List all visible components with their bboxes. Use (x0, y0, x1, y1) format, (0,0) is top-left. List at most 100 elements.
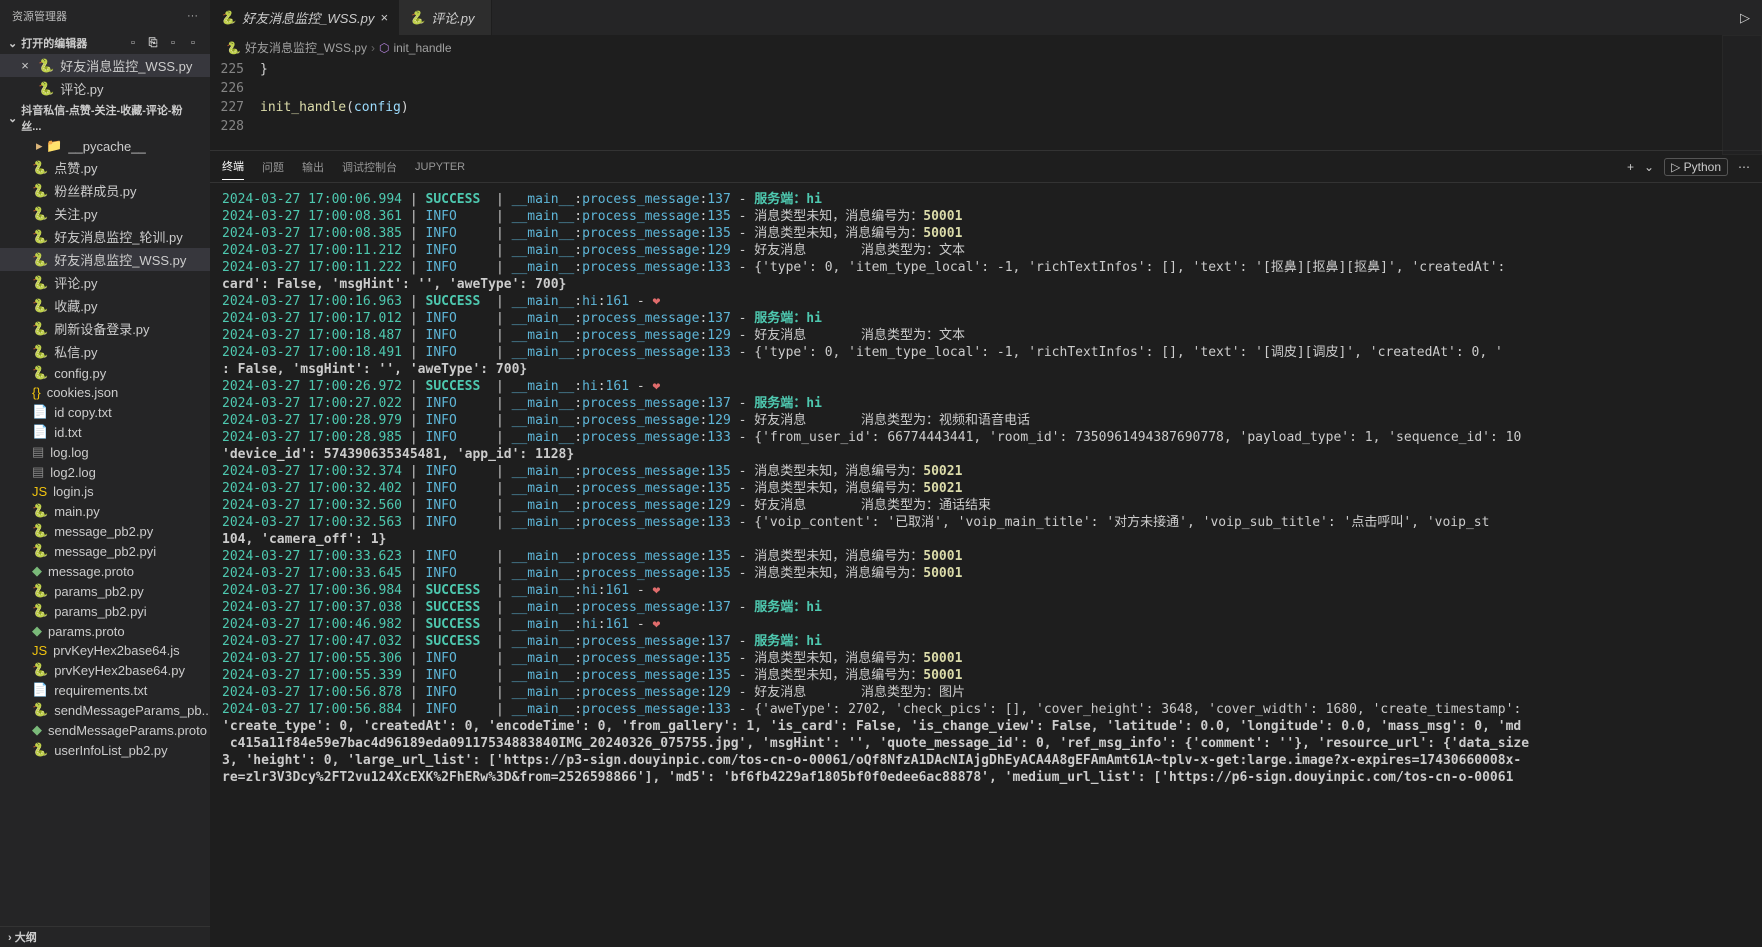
py-icon: 🐍 (32, 365, 48, 381)
txt-icon: 📄 (32, 424, 48, 440)
file-name: 点赞.py (54, 158, 97, 177)
open-editor-item[interactable]: ×🐍评论.py (0, 77, 210, 100)
py-icon: 🐍 (32, 523, 48, 539)
file-name: 评论.py (60, 79, 103, 98)
close-all-icon[interactable]: ▫ (184, 34, 202, 52)
chevron-right-icon: › (371, 41, 375, 55)
breadcrumb[interactable]: 🐍 好友消息监控_WSS.py › ⬡ init_handle (210, 35, 1762, 60)
file-item[interactable]: 🐍message_pb2.pyi (0, 541, 210, 561)
file-item[interactable]: 📄id.txt (0, 422, 210, 442)
terminal-lang-badge[interactable]: ▷ Python (1664, 158, 1728, 176)
terminal-panel: 终端问题输出调试控制台 JUPYTER + ⌄ ▷ Python ⋯ 2024-0… (210, 150, 1762, 947)
file-item[interactable]: {} cookies.json (0, 383, 210, 402)
file-item[interactable]: 🐍 点赞.py (0, 156, 210, 179)
file-item[interactable]: 🐍prvKeyHex2base64.py (0, 660, 210, 680)
proto-icon: ◆ (32, 623, 42, 639)
file-item[interactable]: 🐍好友消息监控_WSS.py (0, 248, 210, 271)
file-item[interactable]: 🐍私信.py (0, 340, 210, 363)
file-item[interactable]: ▤ log.log (0, 442, 210, 462)
chevron-down-icon[interactable]: ⌄ (1644, 160, 1654, 174)
file-item[interactable]: 🐍config.py (0, 363, 210, 383)
file-item[interactable]: 🐍params_pb2.pyi (0, 601, 210, 621)
py-icon: 🐍 (32, 662, 48, 678)
proto-icon: ◆ (32, 563, 42, 579)
file-item[interactable]: 🐍 userInfoList_pb2.py (0, 740, 210, 760)
file-name: 好友消息监控_WSS.py (60, 56, 192, 75)
line-gutter: 225 226 227 228 (210, 60, 260, 150)
log-icon: ▤ (32, 444, 44, 460)
file-name: 好友消息监控_轮训.py (54, 227, 183, 246)
file-item[interactable]: ▤log2.log (0, 462, 210, 482)
open-editor-item[interactable]: ×🐍好友消息监控_WSS.py (0, 54, 210, 77)
chevron-down-icon: ⌄ (8, 37, 17, 50)
file-name: cookies.json (47, 385, 119, 400)
plus-icon[interactable]: + (1627, 160, 1634, 174)
outline-header[interactable]: › 大纲 (0, 926, 210, 947)
terminal-tab[interactable]: 终端 (222, 153, 244, 180)
editor-tab[interactable]: 🐍好友消息监控_WSS.py× (210, 0, 399, 35)
terminal-tab[interactable]: JUPYTER (415, 156, 465, 178)
py-icon: 🐍 (32, 742, 48, 758)
file-name: 好友消息监控_WSS.py (54, 250, 186, 269)
file-item[interactable]: 🐍 好友消息监控_轮训.py (0, 225, 210, 248)
json-icon: {} (32, 385, 41, 400)
file-item[interactable]: 🐍params_pb2.py (0, 581, 210, 601)
py-icon: 🐍 (32, 183, 48, 199)
py-icon: 🐍 (32, 229, 48, 245)
file-name: userInfoList_pb2.py (54, 743, 167, 758)
file-item[interactable]: JS prvKeyHex2base64.js (0, 641, 210, 660)
file-item[interactable]: 🐍粉丝群成员.py (0, 179, 210, 202)
file-name: prvKeyHex2base64.js (53, 643, 179, 658)
editor-tab[interactable]: 🐍评论.py (399, 0, 492, 35)
save-all-icon[interactable]: ⎘ (144, 34, 162, 52)
file-item[interactable]: ◆sendMessageParams.proto (0, 720, 210, 740)
file-item[interactable]: 📄id copy.txt (0, 402, 210, 422)
file-name: __pycache__ (68, 139, 145, 154)
py-icon: 🐍 (32, 160, 48, 176)
file-item[interactable]: 🐍 message_pb2.py (0, 521, 210, 541)
file-item[interactable]: ▸ 📁__pycache__ (0, 136, 210, 156)
open-editors-header[interactable]: ⌄ 打开的编辑器 ▫ ⎘ ▫ ▫ (0, 32, 210, 54)
proto-icon: ◆ (32, 722, 42, 738)
file-item[interactable]: 🐍main.py (0, 501, 210, 521)
function-icon: ⬡ (379, 41, 389, 55)
terminal-tab[interactable]: 输出 (302, 154, 324, 180)
terminal-tab[interactable]: 问题 (262, 154, 284, 180)
file-list: ▸ 📁__pycache__🐍点赞.py🐍粉丝群成员.py🐍关注.py🐍好友消息… (0, 136, 210, 926)
chevron-right-icon: › (8, 932, 12, 944)
file-name: log.log (50, 445, 88, 460)
file-item[interactable]: 🐍评论.py (0, 271, 210, 294)
py-icon: 🐍 (32, 298, 48, 314)
more-icon[interactable]: ··· (187, 10, 198, 22)
project-header[interactable]: ⌄ 抖音私信-点赞-关注-收藏-评论-粉丝... (0, 100, 210, 136)
file-name: requirements.txt (54, 683, 147, 698)
file-item[interactable]: 🐍收藏.py (0, 294, 210, 317)
file-item[interactable]: ◆message.proto (0, 561, 210, 581)
close-icon[interactable]: × (380, 10, 388, 25)
txt-icon: 📄 (32, 404, 48, 420)
new-file-icon[interactable]: ▫ (124, 34, 142, 52)
file-item[interactable]: 🐍sendMessageParams_pb... (0, 700, 210, 720)
file-name: params_pb2.py (54, 584, 144, 599)
file-item[interactable]: 📄requirements.txt (0, 680, 210, 700)
file-item[interactable]: JSlogin.js (0, 482, 210, 501)
chevron-down-icon: ⌄ (8, 112, 17, 125)
sidebar-header: 资源管理器 ··· (0, 0, 210, 32)
js-icon: JS (32, 643, 47, 658)
py-icon: 🐍 (32, 503, 48, 519)
file-item[interactable]: 🐍关注.py (0, 202, 210, 225)
close-icon[interactable]: × (18, 58, 32, 73)
minimap[interactable] (1722, 35, 1762, 155)
terminal-output[interactable]: 2024-03-27 17:00:06.994 | SUCCESS | __ma… (210, 183, 1762, 947)
file-item[interactable]: ◆params.proto (0, 621, 210, 641)
code-editor[interactable]: 225 226 227 228 } init_handle(config) (210, 60, 1762, 150)
layout-icon[interactable]: ▫ (164, 34, 182, 52)
terminal-tab[interactable]: 调试控制台 (342, 154, 397, 180)
run-icon[interactable]: ▷ (1728, 0, 1762, 35)
log-icon: ▤ (32, 464, 44, 480)
code-content[interactable]: } init_handle(config) (260, 60, 409, 150)
python-icon: 🐍 (220, 10, 236, 26)
more-icon[interactable]: ⋯ (1738, 160, 1750, 174)
file-item[interactable]: 🐍刷新设备登录.py (0, 317, 210, 340)
file-name: message_pb2.py (54, 524, 153, 539)
